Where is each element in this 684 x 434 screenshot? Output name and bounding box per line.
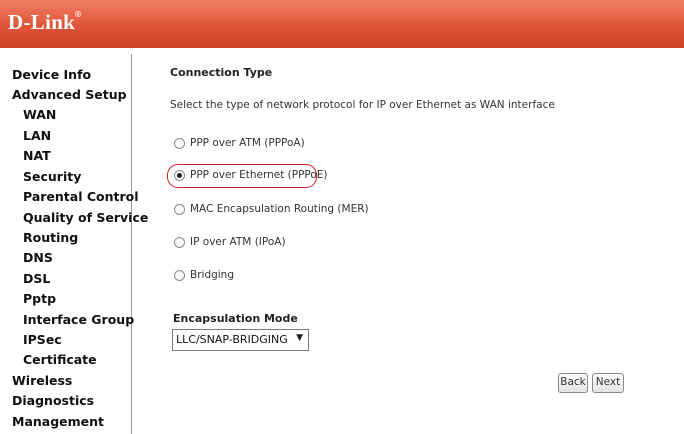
page-description: Select the type of network protocol for … bbox=[170, 99, 555, 111]
logo-text: D-Link bbox=[8, 10, 76, 34]
sidebar-item-management[interactable]: Management bbox=[12, 414, 104, 429]
trademark-mark: ® bbox=[75, 10, 82, 19]
sidebar-item-certificate[interactable]: Certificate bbox=[23, 352, 97, 367]
sidebar: Device Info Advanced Setup WAN LAN NAT S… bbox=[0, 54, 148, 434]
sidebar-item-nat[interactable]: NAT bbox=[23, 148, 51, 163]
option-label-mer: MAC Encapsulation Routing (MER) bbox=[190, 203, 369, 215]
sidebar-item-routing[interactable]: Routing bbox=[23, 230, 78, 245]
option-label-bridging: Bridging bbox=[190, 269, 235, 281]
chevron-down-icon: ▼ bbox=[296, 333, 303, 343]
next-button[interactable]: Next bbox=[592, 373, 624, 393]
radio-ipoa[interactable] bbox=[174, 237, 185, 248]
header-bar: D-Link® bbox=[0, 0, 684, 48]
sidebar-item-dns[interactable]: DNS bbox=[23, 250, 53, 265]
sidebar-item-interface-group[interactable]: Interface Group bbox=[23, 312, 134, 327]
back-button[interactable]: Back bbox=[558, 373, 588, 393]
option-label-pppoa: PPP over ATM (PPPoA) bbox=[190, 137, 305, 149]
option-label-ipoa: IP over ATM (IPoA) bbox=[190, 236, 286, 248]
sidebar-item-quality-of-service[interactable]: Quality of Service bbox=[23, 210, 148, 225]
radio-pppoe[interactable] bbox=[174, 170, 185, 181]
sidebar-item-dsl[interactable]: DSL bbox=[23, 271, 50, 286]
sidebar-item-diagnostics[interactable]: Diagnostics bbox=[12, 393, 94, 408]
encapsulation-mode-label: Encapsulation Mode bbox=[173, 312, 298, 325]
sidebar-item-security[interactable]: Security bbox=[23, 169, 81, 184]
sidebar-item-wan[interactable]: WAN bbox=[23, 107, 56, 122]
encapsulation-mode-value: LLC/SNAP-BRIDGING bbox=[176, 333, 288, 346]
option-label-pppoe: PPP over Ethernet (PPPoE) bbox=[190, 169, 328, 181]
dlink-logo: D-Link® bbox=[8, 10, 81, 35]
sidebar-item-wireless[interactable]: Wireless bbox=[12, 373, 72, 388]
encapsulation-mode-select[interactable]: LLC/SNAP-BRIDGING ▼ bbox=[172, 329, 309, 351]
sidebar-item-advanced-setup[interactable]: Advanced Setup bbox=[12, 87, 127, 102]
sidebar-item-lan[interactable]: LAN bbox=[23, 128, 51, 143]
page-title: Connection Type bbox=[170, 66, 273, 79]
sidebar-item-parental-control[interactable]: Parental Control bbox=[23, 189, 139, 204]
radio-bridging[interactable] bbox=[174, 270, 185, 281]
radio-pppoa[interactable] bbox=[174, 138, 185, 149]
sidebar-item-device-info[interactable]: Device Info bbox=[12, 67, 91, 82]
main-panel: Connection Type Select the type of netwo… bbox=[132, 54, 684, 434]
sidebar-item-pptp[interactable]: Pptp bbox=[23, 291, 56, 306]
sidebar-item-ipsec[interactable]: IPSec bbox=[23, 332, 62, 347]
radio-mer[interactable] bbox=[174, 204, 185, 215]
